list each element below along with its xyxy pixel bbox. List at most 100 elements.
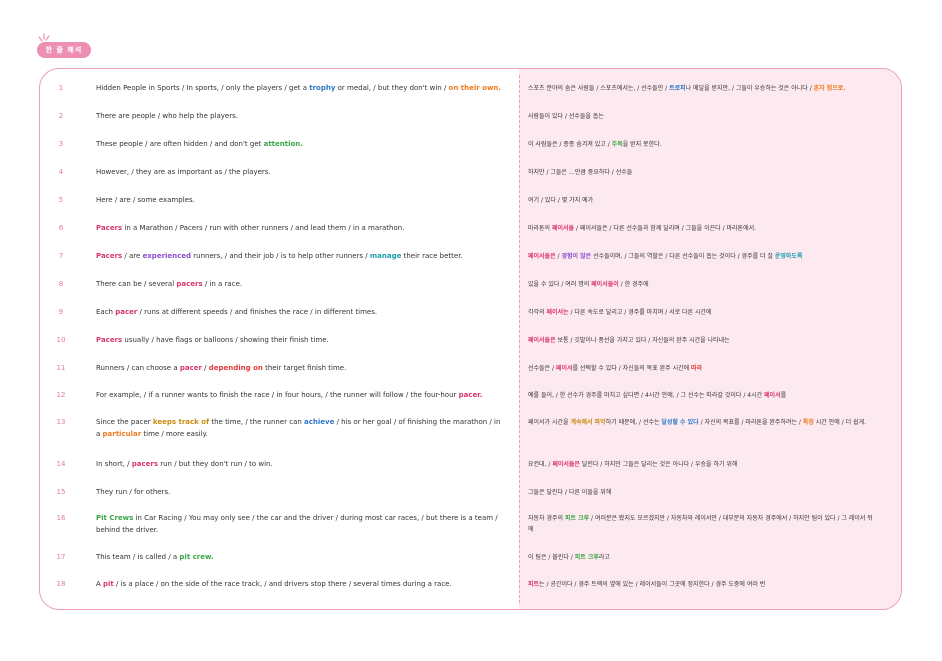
sentence-number: 11 xyxy=(56,364,66,372)
korean-translation: 선수들은 / 페이서를 선택할 수 있다 / 자신들의 목표 완주 시간에 따라 xyxy=(528,363,878,374)
highlighted-word: achieve xyxy=(304,418,335,426)
korean-translation: 마라톤의 페이서들 / 페이서들은 / 다른 선수들과 함께 달리며 / 그들을… xyxy=(528,223,878,234)
highlighted-word: 페이서들은 xyxy=(528,253,556,260)
highlighted-word: Pit Crews xyxy=(96,514,134,522)
highlighted-word: 페이서는 xyxy=(546,309,569,316)
highlighted-word: 트로피 xyxy=(669,85,686,92)
highlighted-word: 따라 xyxy=(691,365,703,372)
highlighted-word: 페이서들이 xyxy=(591,281,619,288)
sentence-number: 14 xyxy=(56,460,66,468)
text-segment: 이 사람들은 / 종종 숨겨져 있고 / xyxy=(528,141,612,148)
sentence-number: 17 xyxy=(56,553,66,561)
korean-translation: 있을 수 있다 / 여러 명의 페이서들이 / 한 경주에 xyxy=(528,279,878,290)
highlighted-word: particular xyxy=(102,429,142,438)
text-segment: their target finish time. xyxy=(262,364,347,372)
text-segment: / 자신의 목표를 / 마라톤을 완주하려는 / xyxy=(698,419,803,426)
text-segment: 그들은 달린다 / 다른 이들을 위해 xyxy=(528,489,612,496)
text-segment: 달린다 / 하지만 그들은 달리는 것은 아니다 / 우승을 하기 위해 xyxy=(579,461,738,468)
text-segment: 보통 / 깃발이나 풍선을 가지고 있다 / 자신들의 완주 시간을 나타내는 xyxy=(555,337,730,344)
highlighted-word: 페이서들은 xyxy=(528,337,556,344)
highlighted-word: pit xyxy=(103,580,114,588)
english-sentence: Pacers / are experienced runners, / and … xyxy=(96,251,506,263)
korean-translation: 피트는 / 공간이다 / 경주 트랙의 옆에 있는 / 레이서들이 그곳에 정지… xyxy=(528,579,878,590)
sentence-number: 7 xyxy=(58,252,64,260)
sentence-number: 8 xyxy=(58,280,64,288)
korean-translation: 예를 들어, / 한 선수가 경주를 마치고 싶다면 / 4시간 안에, / 그… xyxy=(528,390,878,401)
text-segment: 하지만 / 그들은 …만큼 중요하다 / 선수들 xyxy=(528,169,633,176)
sentence-number: 9 xyxy=(58,308,64,316)
korean-translation: 요컨대, / 페이서들은 달린다 / 하지만 그들은 달리는 것은 아니다 / … xyxy=(528,459,878,470)
korean-translation: 그들은 달린다 / 다른 이들을 위해 xyxy=(528,487,878,498)
text-segment: 나 메달을 받지만, / 그들이 우승하는 것은 아니다 / xyxy=(685,85,814,92)
text-segment: In short, / xyxy=(96,460,132,468)
highlighted-word: 페이서들은 xyxy=(552,461,580,468)
text-segment: 는 / 공간이다 / 경주 트랙의 옆에 있는 / 레이서들이 그곳에 정지한다… xyxy=(539,581,766,588)
highlighted-word: 주목 xyxy=(611,141,623,148)
highlighted-word: 페이서 xyxy=(555,365,573,372)
text-segment: 있을 수 있다 / 여러 명의 xyxy=(528,281,592,288)
text-segment: run / but they don't run / to win. xyxy=(158,460,273,468)
highlighted-word: keeps track of xyxy=(152,418,210,426)
english-sentence: Pacers in a Marathon / Pacers / run with… xyxy=(96,223,506,235)
highlighted-word: 경험이 많은 xyxy=(561,253,592,260)
text-segment: Since the pacer xyxy=(96,418,153,426)
korean-translation: 이 사람들은 / 종종 숨겨져 있고 / 주목을 받지 못한다. xyxy=(528,139,878,150)
highlighted-word: Pacers xyxy=(96,252,123,260)
text-segment: A xyxy=(96,580,104,588)
text-segment: runners, / and their job / is to help ot… xyxy=(191,252,370,260)
highlighted-word: pit crew. xyxy=(179,553,214,561)
sentence-number: 3 xyxy=(58,140,64,148)
text-segment: / in a race. xyxy=(202,280,243,288)
highlighted-word: pacer xyxy=(115,308,138,316)
text-segment: 요컨대, / xyxy=(528,461,553,468)
text-segment: These people / are often hidden / and do… xyxy=(96,140,264,148)
highlighted-word: pacers xyxy=(176,280,203,288)
text-segment: 라고 xyxy=(598,554,610,561)
korean-translation: 각각의 페이서는 / 다른 속도로 달리고 / 경주를 마치며 / 서로 다른 … xyxy=(528,307,878,318)
text-segment: 를 xyxy=(780,392,787,399)
english-sentence: This team / is called / a pit crew. xyxy=(96,552,506,564)
text-segment: 이 팀은 / 불린다 / xyxy=(528,554,575,561)
text-segment: time / more easily. xyxy=(141,429,208,438)
text-segment: 자동차 경주의 xyxy=(528,515,565,522)
text-segment: 하기 때문에, / 선수는 xyxy=(605,419,662,426)
highlighted-word: on their own. xyxy=(448,84,502,92)
highlighted-word: 운영하도록 xyxy=(774,253,803,260)
sentence-number: 1 xyxy=(58,84,64,92)
text-segment: in a Marathon / Pacers / run with other … xyxy=(122,224,405,232)
text-segment: There can be / several xyxy=(96,280,177,288)
highlighted-word: 피트 xyxy=(528,581,540,588)
text-segment: 페이서가 시간을 xyxy=(528,419,571,426)
text-segment: / 다른 속도로 달리고 / 경주를 마치며 / 서로 다른 시간에 xyxy=(568,309,712,316)
highlighted-word: depending on xyxy=(208,364,263,372)
english-sentence: However, / they are as important as / th… xyxy=(96,167,506,179)
highlighted-word: pacer. xyxy=(458,391,483,399)
sentence-number: 16 xyxy=(56,514,66,522)
text-segment: Runners / can choose a xyxy=(96,364,180,372)
sentence-number: 15 xyxy=(56,488,66,496)
korean-translation: 사람들이 있다 / 선수들을 돕는 xyxy=(528,111,878,122)
sentence-number: 10 xyxy=(56,336,66,344)
english-sentence: Each pacer / runs at different speeds / … xyxy=(96,307,506,319)
section-badge: 한 줄 해석 xyxy=(37,42,91,58)
highlighted-word: 페이서들 xyxy=(552,225,575,232)
text-segment: There are people / who help the players. xyxy=(96,112,238,120)
text-segment: 선수들은 / xyxy=(528,365,556,372)
column-divider xyxy=(519,75,520,603)
highlighted-word: 피트 크루 xyxy=(564,515,590,522)
english-sentence: These people / are often hidden / and do… xyxy=(96,139,506,151)
highlighted-word: pacers xyxy=(131,460,158,468)
sentence-number: 13 xyxy=(56,418,66,426)
text-segment: in Car Racing / You may only see / the c… xyxy=(96,514,498,534)
translation-panel: 1 Hidden People in Sports / In sports, / … xyxy=(39,68,902,610)
text-segment: 스포츠 분야의 숨은 사람들 / 스포츠에서는, / 선수들만 / xyxy=(528,85,670,92)
english-sentence: Runners / can choose a pacer / depending… xyxy=(96,363,506,375)
text-segment: For example, / if a runner wants to fini… xyxy=(96,391,459,399)
english-sentence: They run / for others. xyxy=(96,487,506,499)
highlighted-word: 페이서 xyxy=(764,392,781,399)
korean-translation: 여기 / 있다 / 몇 가지 예가 xyxy=(528,195,878,206)
highlighted-word: 달성할 수 있다 xyxy=(661,419,699,426)
korean-translation: 스포츠 분야의 숨은 사람들 / 스포츠에서는, / 선수들만 / 트로피나 메… xyxy=(528,83,878,94)
sentence-number: 5 xyxy=(58,196,64,204)
english-sentence: Pacers usually / have flags or balloons … xyxy=(96,335,506,347)
